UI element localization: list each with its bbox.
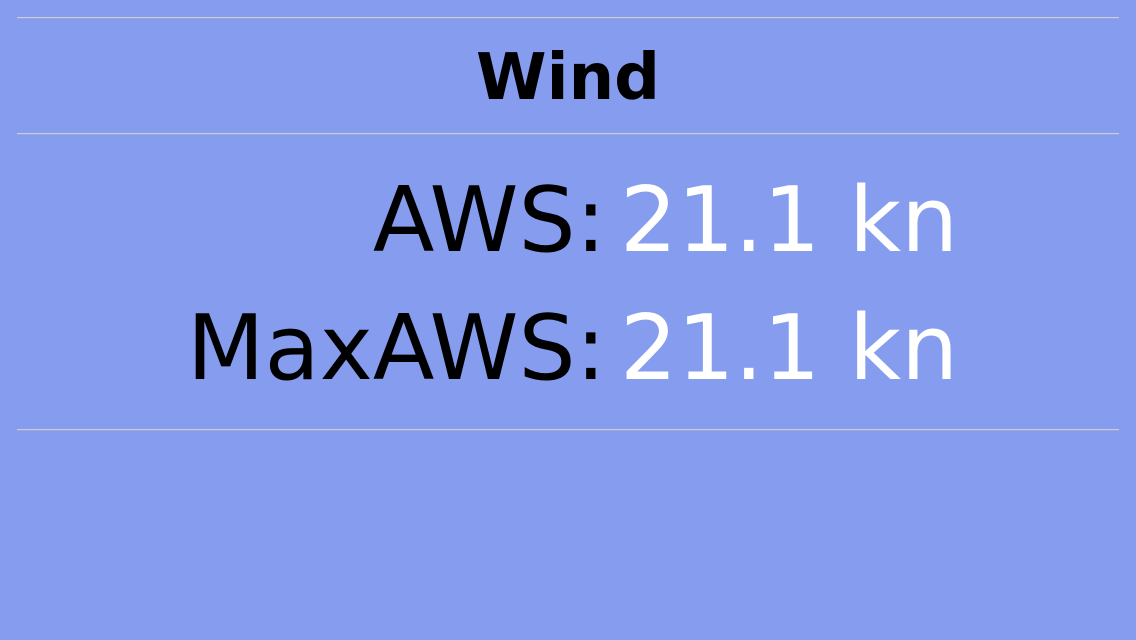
bottom-divider	[17, 429, 1119, 431]
aws-value: 21.1 kn	[620, 168, 959, 273]
max-aws-label: MaxAWS:	[186, 296, 606, 401]
top-divider	[17, 17, 1119, 19]
max-aws-value: 21.1 kn	[620, 296, 959, 401]
aws-label: AWS:	[372, 168, 606, 273]
wind-display-screen: Wind AWS: 21.1 kn MaxAWS: 21.1 kn	[0, 0, 1136, 640]
aws-reading-row: AWS: 21.1 kn	[0, 166, 1136, 276]
max-aws-reading-row: MaxAWS: 21.1 kn	[0, 294, 1136, 404]
panel-title: Wind	[476, 41, 660, 115]
title-divider	[17, 133, 1119, 135]
